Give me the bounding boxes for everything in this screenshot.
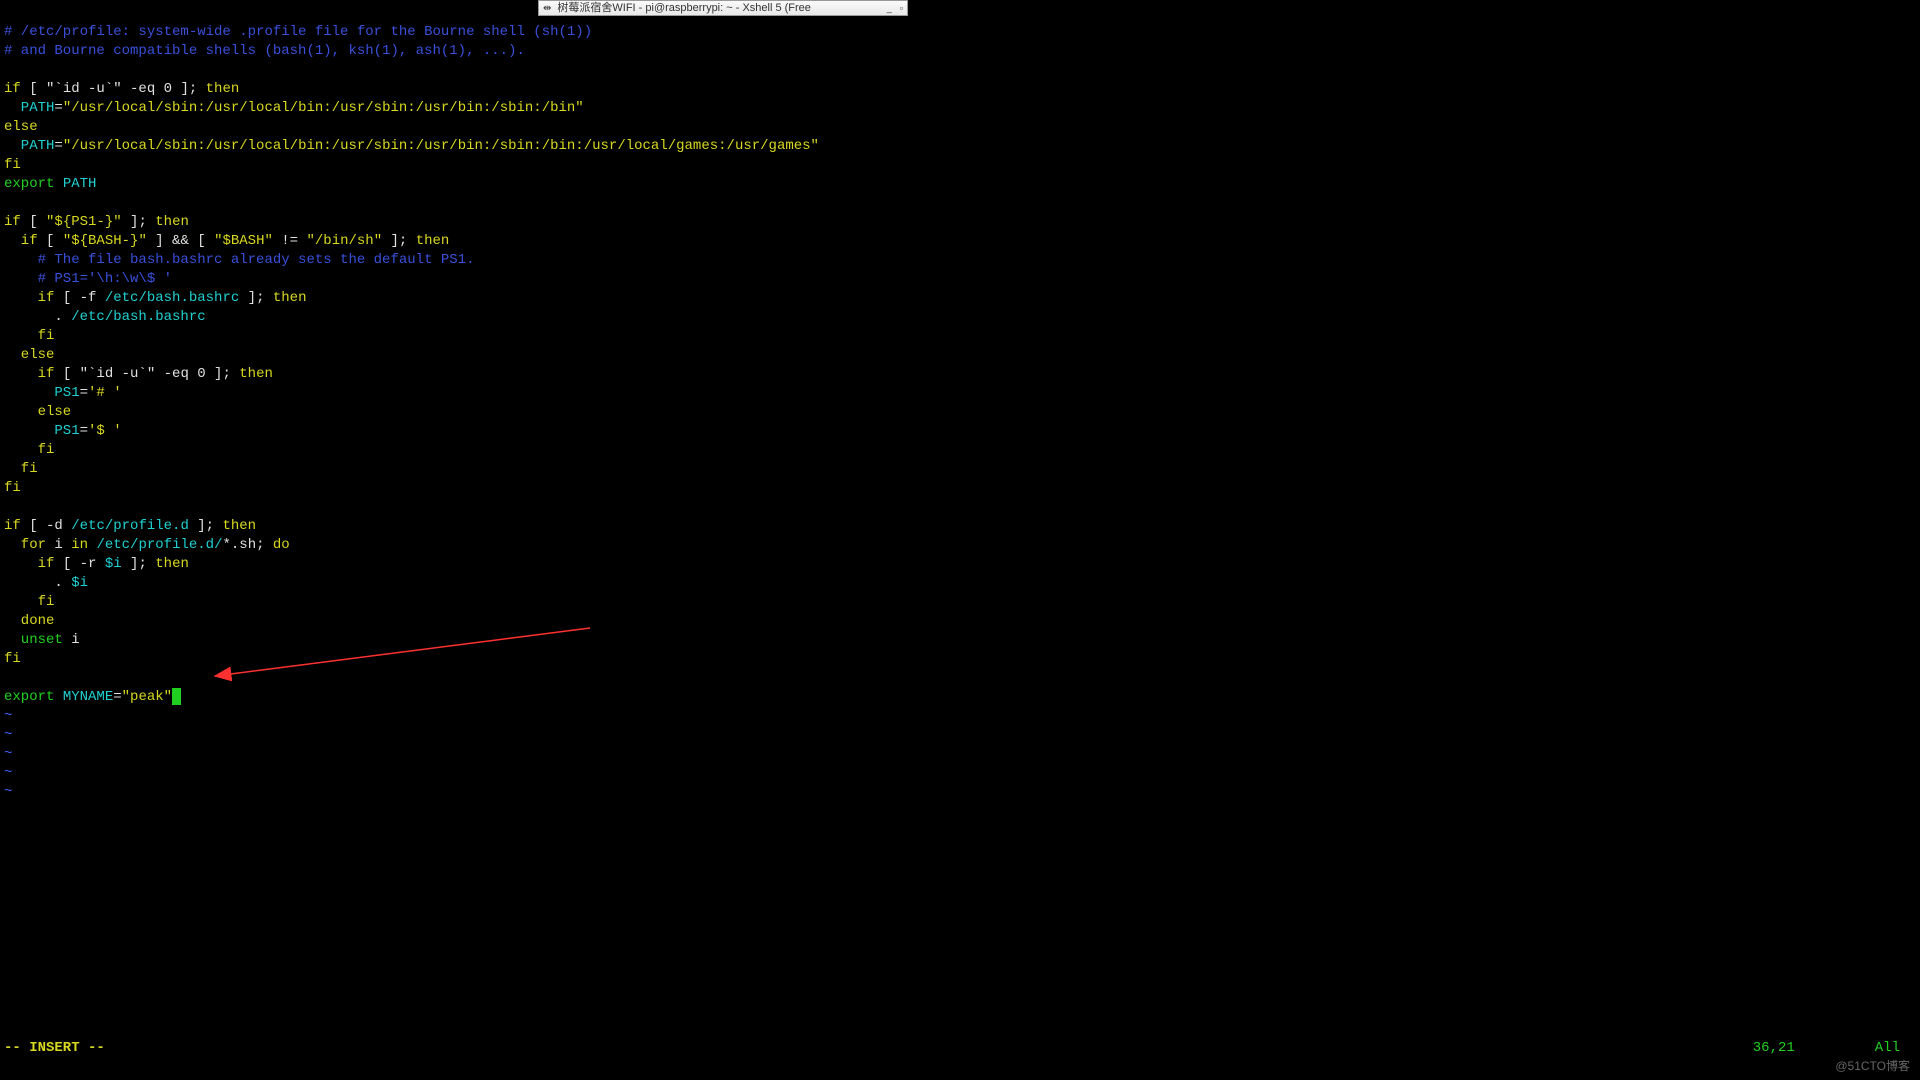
watermark: @51CTO博客 <box>1835 1057 1910 1076</box>
scroll-position: All <box>1875 1039 1900 1058</box>
window-title: 树莓派宿舍WIFI - pi@raspberrypi: ~ - Xshell 5… <box>557 0 886 18</box>
vim-tilde: ~ <box>4 765 12 781</box>
vim-tilde: ~ <box>4 708 12 724</box>
vim-tilde: ~ <box>4 746 12 762</box>
minimize-button[interactable]: _ <box>887 0 892 18</box>
vim-mode-indicator: -- INSERT -- <box>4 1039 105 1058</box>
cursor-position: 36,21 <box>1753 1039 1795 1058</box>
maximize-button[interactable]: ▫ <box>900 0 903 18</box>
cursor-icon <box>172 688 181 705</box>
vim-tilde: ~ <box>4 727 12 743</box>
terminal-editor[interactable]: # /etc/profile: system-wide .profile fil… <box>4 4 1916 1076</box>
pin-icon[interactable]: ⇹ <box>543 0 551 18</box>
code-comment: # and Bourne compatible shells (bash(1),… <box>4 43 525 59</box>
code-comment: # /etc/profile: system-wide .profile fil… <box>4 24 592 40</box>
vim-tilde: ~ <box>4 784 12 800</box>
window-titlebar[interactable]: ⇹ 树莓派宿舍WIFI - pi@raspberrypi: ~ - Xshell… <box>538 0 908 16</box>
